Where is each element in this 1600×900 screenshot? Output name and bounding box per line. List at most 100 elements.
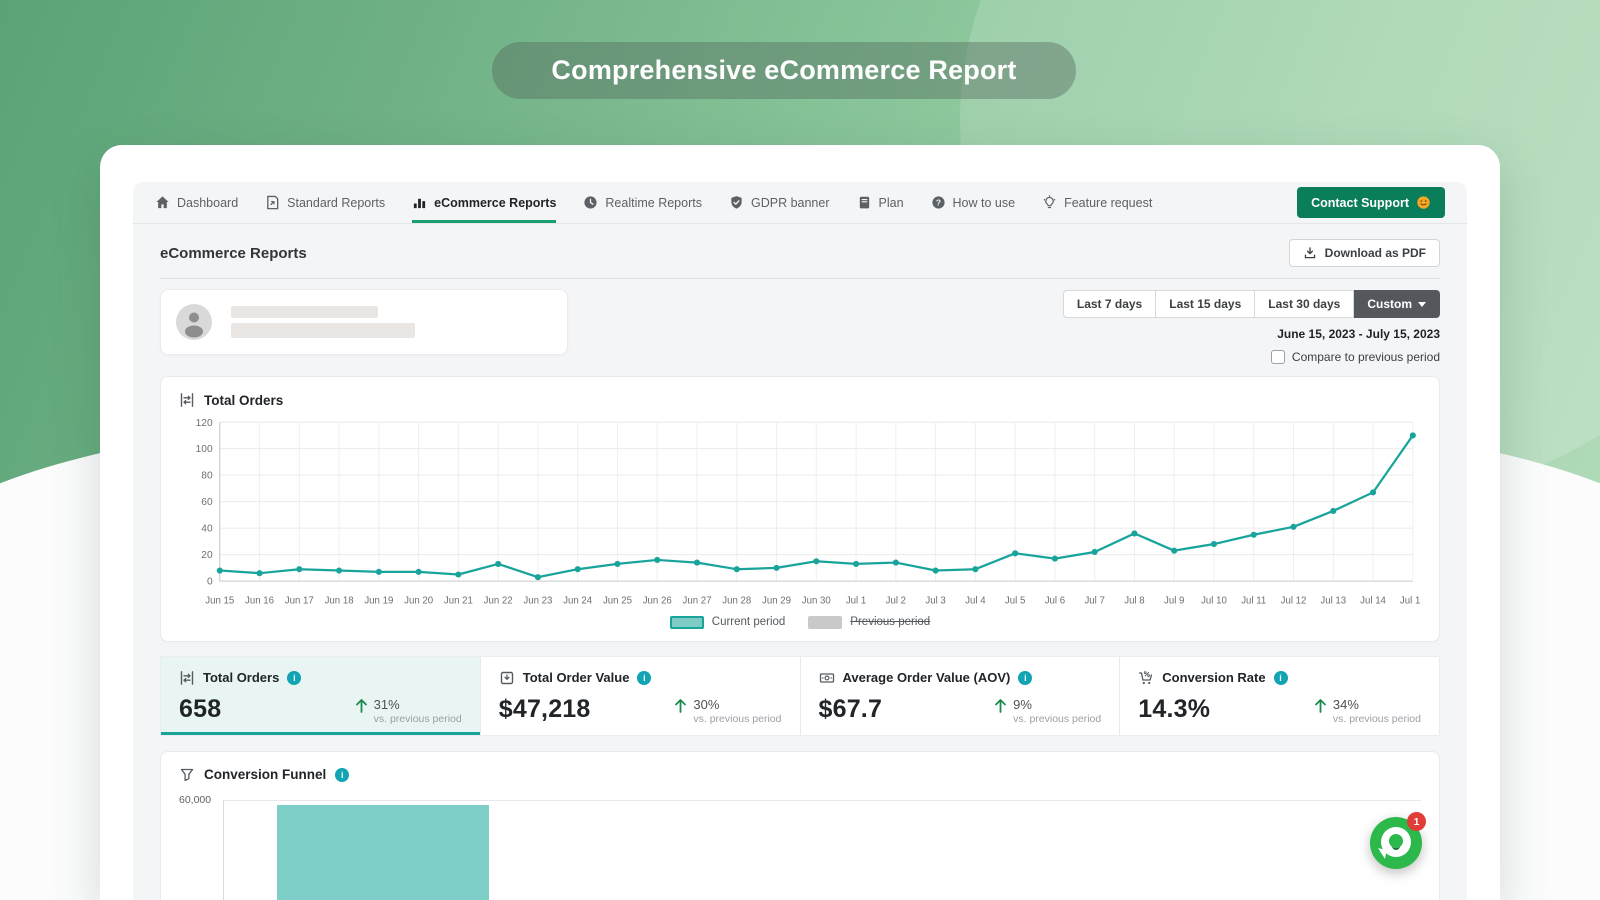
svg-text:Jul 9: Jul 9	[1164, 596, 1184, 607]
nav-tab-label: Standard Reports	[287, 196, 385, 210]
orders-swap-icon	[179, 392, 195, 408]
nav-tab-feature-request[interactable]: Feature request	[1042, 182, 1152, 223]
svg-text:40: 40	[201, 524, 213, 535]
kpi-title-row: Total Order Value i	[499, 670, 782, 686]
svg-text:Jun 19: Jun 19	[364, 596, 393, 607]
date-filter-column: Last 7 days Last 15 days Last 30 days Cu…	[1063, 289, 1440, 364]
compare-period-row: Compare to previous period	[1271, 350, 1440, 364]
svg-text:Jun 18: Jun 18	[325, 596, 354, 607]
legend-swatch-current	[670, 616, 704, 629]
skeleton-lines	[231, 306, 415, 338]
kpi-label: Conversion Rate	[1162, 670, 1265, 685]
kpi-body: 658 31% vs. previous period	[179, 695, 462, 725]
svg-text:Jun 24: Jun 24	[563, 596, 593, 607]
svg-text:20: 20	[201, 550, 213, 561]
info-icon[interactable]: i	[335, 768, 349, 782]
custom-range-button[interactable]: Custom	[1354, 290, 1440, 318]
svg-text:Jul 5: Jul 5	[1005, 596, 1025, 607]
svg-text:Jul 1: Jul 1	[846, 596, 866, 607]
kpi-delta-note: vs. previous period	[1013, 713, 1101, 725]
last-7-days-button[interactable]: Last 7 days	[1063, 290, 1156, 318]
nav-tab-label: Feature request	[1064, 196, 1152, 210]
nav-tab-ecommerce-reports[interactable]: eCommerce Reports	[412, 182, 556, 223]
kpi-title-row: Total Orders i	[179, 670, 462, 686]
panel-content: Dashboard Standard Reports eCommerce Rep…	[133, 182, 1467, 900]
chart-card-title-row: Total Orders	[179, 392, 1421, 408]
kpi-value: 658	[179, 695, 221, 724]
nav-tabs: Dashboard Standard Reports eCommerce Rep…	[155, 182, 1152, 223]
svg-text:Jul 11: Jul 11	[1241, 596, 1266, 607]
svg-text:Jul 3: Jul 3	[925, 596, 945, 607]
svg-text:Jul 15: Jul 15	[1400, 596, 1421, 607]
info-icon[interactable]: i	[637, 671, 651, 685]
nav-tab-gdpr-banner[interactable]: GDPR banner	[729, 182, 830, 223]
info-icon[interactable]: i	[1018, 671, 1032, 685]
nav-tab-dashboard[interactable]: Dashboard	[155, 182, 238, 223]
plan-card-icon	[857, 195, 872, 210]
chat-unread-badge: 1	[1407, 812, 1426, 831]
kpi-delta: 9% vs. previous period	[993, 695, 1101, 725]
funnel-title: Conversion Funnel	[204, 767, 326, 782]
download-pdf-button[interactable]: Download as PDF	[1289, 239, 1440, 267]
top-navigation: Dashboard Standard Reports eCommerce Rep…	[133, 182, 1467, 224]
kpi-body: $47,218 30% vs. previous period	[499, 695, 782, 725]
svg-text:Jun 27: Jun 27	[682, 596, 711, 607]
main-panel: Dashboard Standard Reports eCommerce Rep…	[100, 145, 1500, 900]
kpi-label: Average Order Value (AOV)	[843, 670, 1011, 685]
nav-tab-label: Realtime Reports	[605, 196, 702, 210]
cart-percent-icon	[1138, 670, 1154, 686]
chat-smile	[1392, 845, 1400, 850]
chart-title: Total Orders	[204, 393, 283, 408]
nav-tab-realtime-reports[interactable]: Realtime Reports	[583, 182, 702, 223]
kpi-delta-value: 34%	[1333, 697, 1421, 712]
info-icon[interactable]: i	[287, 671, 301, 685]
legend-swatch-previous	[808, 616, 842, 629]
kpi-body: 14.3% 34% vs. previous period	[1138, 695, 1421, 725]
nav-tab-plan[interactable]: Plan	[857, 182, 904, 223]
kpi-card-conversion-rate[interactable]: Conversion Rate i 14.3% 34% vs. previous…	[1119, 657, 1439, 735]
svg-text:120: 120	[196, 418, 213, 429]
chat-widget-button[interactable]: 1	[1370, 817, 1422, 869]
last-15-days-button[interactable]: Last 15 days	[1156, 290, 1255, 318]
kpi-delta-value: 9%	[1013, 697, 1101, 712]
contact-support-button[interactable]: Contact Support	[1297, 187, 1445, 218]
kpi-delta-note: vs. previous period	[1333, 713, 1421, 725]
legend-previous-period[interactable]: Previous period	[808, 616, 930, 629]
arrow-up-icon	[673, 697, 688, 714]
avatar	[176, 304, 212, 340]
kpi-delta-value: 30%	[693, 697, 781, 712]
lightbulb-icon	[1042, 195, 1057, 210]
screenshot-stage: Comprehensive eCommerce Report Dashboard…	[0, 0, 1600, 900]
arrow-up-icon	[1313, 697, 1328, 714]
compare-period-checkbox[interactable]	[1271, 350, 1285, 364]
report-page-icon	[265, 195, 280, 210]
legend-current-period[interactable]: Current period	[670, 616, 786, 629]
legend-label-previous: Previous period	[850, 616, 930, 628]
selected-date-range: June 15, 2023 - July 15, 2023	[1277, 327, 1440, 341]
svg-text:Jul 10: Jul 10	[1201, 596, 1227, 607]
svg-text:Jul 8: Jul 8	[1124, 596, 1144, 607]
kpi-card-aov[interactable]: Average Order Value (AOV) i $67.7 9% vs.…	[800, 657, 1120, 735]
arrow-up-icon	[354, 697, 369, 714]
kpi-delta: 30% vs. previous period	[673, 695, 781, 725]
nav-tab-how-to-use[interactable]: ? How to use	[931, 182, 1016, 223]
svg-text:Jun 16: Jun 16	[245, 596, 274, 607]
contact-support-label: Contact Support	[1311, 196, 1409, 210]
page-header: eCommerce Reports Download as PDF	[133, 224, 1467, 278]
nav-tab-standard-reports[interactable]: Standard Reports	[265, 182, 385, 223]
kpi-title-row: Average Order Value (AOV) i	[819, 670, 1102, 686]
last-30-days-button[interactable]: Last 30 days	[1255, 290, 1354, 318]
page-title: eCommerce Reports	[160, 245, 307, 262]
person-icon	[176, 304, 212, 340]
svg-text:Jun 22: Jun 22	[484, 596, 513, 607]
skeleton-bar	[231, 323, 415, 338]
funnel-gridline	[223, 800, 1421, 801]
download-pdf-label: Download as PDF	[1325, 246, 1426, 260]
kpi-card-total-order-value[interactable]: Total Order Value i $47,218 30% vs. prev…	[480, 657, 800, 735]
info-icon[interactable]: i	[1274, 671, 1288, 685]
kpi-card-total-orders[interactable]: Total Orders i 658 31% vs. previous peri…	[161, 657, 480, 735]
kpi-delta-note: vs. previous period	[374, 713, 462, 725]
skeleton-bar	[231, 306, 378, 318]
question-circle-icon: ?	[931, 195, 946, 210]
svg-text:Jul 14: Jul 14	[1360, 596, 1386, 607]
